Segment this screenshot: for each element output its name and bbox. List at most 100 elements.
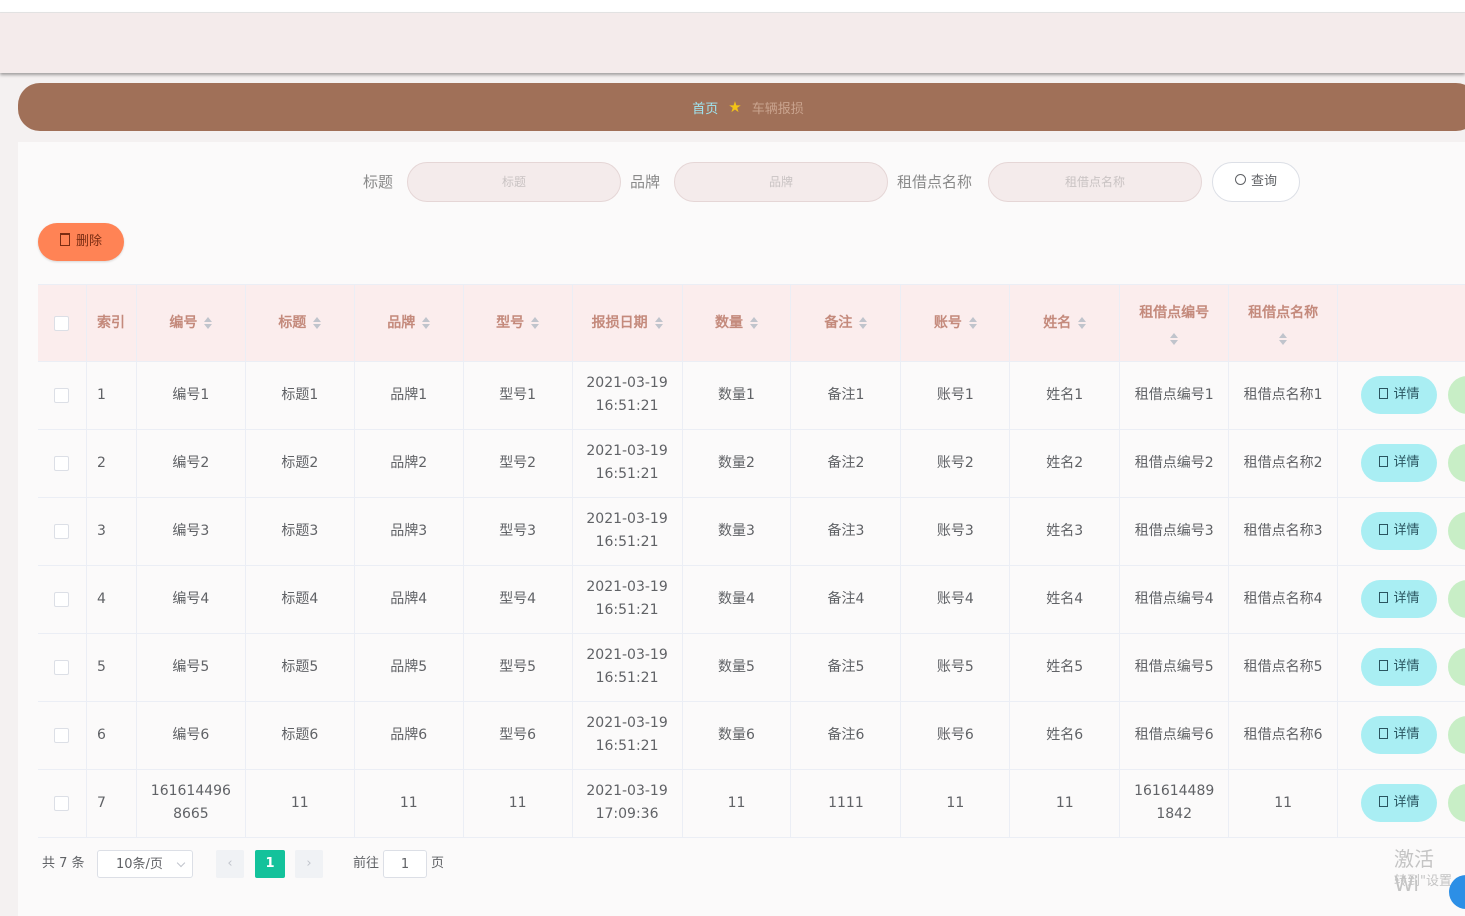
sort-caret-icon[interactable] [654,317,663,329]
sort-descending-icon[interactable] [531,324,540,329]
sort-caret-icon[interactable] [859,317,868,329]
title-input[interactable]: 标题 [407,162,621,202]
header-quantity[interactable]: 数量 [715,312,758,335]
row-checkbox[interactable] [54,591,70,607]
document-icon [1378,728,1388,739]
sort-caret-icon[interactable] [204,317,213,329]
sort-descending-icon[interactable] [313,324,322,329]
breadcrumb-home[interactable]: 首页 [692,98,718,117]
header-remark-cell[interactable]: 备注 [791,285,902,361]
detail-button-label: 详情 [1393,727,1420,742]
edit-button[interactable] [1448,716,1465,754]
edit-button[interactable] [1448,512,1465,550]
sort-ascending-icon[interactable] [204,317,213,322]
edit-button[interactable] [1448,376,1465,414]
sort-ascending-icon[interactable] [654,317,663,322]
detail-button[interactable]: 详情 [1361,648,1438,686]
header-title-cell[interactable]: 标题 [246,285,355,361]
sort-descending-icon[interactable] [968,324,977,329]
title-value: 标题5 [281,658,319,675]
row-index: 4 [96,590,106,607]
header-remark[interactable]: 备注 [824,312,868,335]
brand-value: 品牌4 [390,590,428,607]
sort-descending-icon[interactable] [1170,339,1179,345]
row-checkbox[interactable] [54,455,70,471]
header-damage-date[interactable]: 报损日期 [592,312,663,335]
sort-caret-icon[interactable] [1170,332,1179,345]
header-model[interactable]: 型号 [496,312,540,335]
prev-page-button[interactable]: ‹ [216,850,244,878]
sort-descending-icon[interactable] [750,324,758,329]
detail-button[interactable]: 详情 [1361,512,1438,550]
next-page-button[interactable]: › [295,850,323,878]
header-account-cell[interactable]: 账号 [901,285,1011,361]
header-brand-cell[interactable]: 品牌 [355,285,464,361]
header-quantity-cell[interactable]: 数量 [683,285,792,361]
page-size-select[interactable]: 10条/页 [97,850,193,878]
detail-button[interactable]: 详情 [1361,444,1438,482]
detail-button[interactable]: 详情 [1361,376,1438,414]
rental-point-id-cell: 租借点编号6 [1120,701,1230,769]
quantity-value: 数量5 [718,658,755,675]
header-damage-date-cell[interactable]: 报损日期 [573,285,683,361]
page-number-current[interactable]: 1 [255,850,285,878]
header-id-cell[interactable]: 编号 [137,285,246,361]
sort-descending-icon[interactable] [859,324,868,329]
sort-ascending-icon[interactable] [531,317,540,322]
id-cell: 编号1 [137,361,246,429]
sort-caret-icon[interactable] [531,317,540,329]
row-checkbox[interactable] [54,795,70,811]
sort-descending-icon[interactable] [422,324,431,329]
row-checkbox[interactable] [54,523,70,539]
edit-button[interactable] [1448,580,1465,618]
header-id[interactable]: 编号 [169,312,213,335]
sort-caret-icon[interactable] [1078,317,1087,329]
brand-input[interactable]: 品牌 [674,162,888,202]
edit-button[interactable] [1448,784,1465,822]
header-account[interactable]: 账号 [934,312,977,335]
row-checkbox[interactable] [54,727,70,743]
detail-button[interactable]: 详情 [1361,716,1438,754]
header-rental-point-name-cell[interactable]: 租借点名称 [1229,285,1339,361]
sort-caret-icon[interactable] [313,317,322,329]
header-name[interactable]: 姓名 [1043,312,1087,335]
detail-button[interactable]: 详情 [1361,784,1438,822]
detail-button[interactable]: 详情 [1361,580,1438,618]
header-rental-point-id[interactable]: 租借点编号 [1139,302,1209,345]
sort-caret-icon[interactable] [968,317,977,329]
sort-ascending-icon[interactable] [1170,332,1179,338]
edit-button[interactable] [1448,444,1465,482]
select-all-checkbox[interactable] [54,315,70,331]
sort-ascending-icon[interactable] [968,317,977,322]
goto-page-input[interactable]: 1 [383,850,427,878]
sort-caret-icon[interactable] [422,317,431,329]
sort-caret-icon[interactable] [1279,332,1288,345]
sort-ascending-icon[interactable] [313,317,322,322]
header-model-cell[interactable]: 型号 [464,285,573,361]
sort-ascending-icon[interactable] [1078,317,1087,322]
row-checkbox[interactable] [54,387,70,403]
quantity-value: 数量3 [718,522,755,539]
header-rental-point-id-cell[interactable]: 租借点编号 [1120,285,1230,361]
sort-caret-icon[interactable] [750,317,758,329]
rental-point-name-input[interactable]: 租借点名称 [988,162,1202,202]
remark-cell: 备注2 [791,429,902,497]
header-rental-point-name[interactable]: 租借点名称 [1248,302,1318,345]
query-button[interactable]: 查询 [1212,162,1300,202]
sort-ascending-icon[interactable] [750,317,758,322]
sort-ascending-icon[interactable] [1279,332,1288,338]
header-name-cell[interactable]: 姓名 [1010,285,1121,361]
sort-ascending-icon[interactable] [422,317,431,322]
header-title[interactable]: 标题 [278,312,322,335]
id-cell: 编号2 [137,429,246,497]
header-brand[interactable]: 品牌 [387,312,431,335]
sort-descending-icon[interactable] [654,324,663,329]
edit-button[interactable] [1448,648,1465,686]
sort-descending-icon[interactable] [1078,324,1087,329]
sort-descending-icon[interactable] [204,324,213,329]
sort-descending-icon[interactable] [1279,339,1288,345]
delete-button[interactable]: 删除 [38,223,124,261]
sort-ascending-icon[interactable] [859,317,868,322]
row-checkbox[interactable] [54,659,70,675]
row-select-cell [38,361,87,429]
